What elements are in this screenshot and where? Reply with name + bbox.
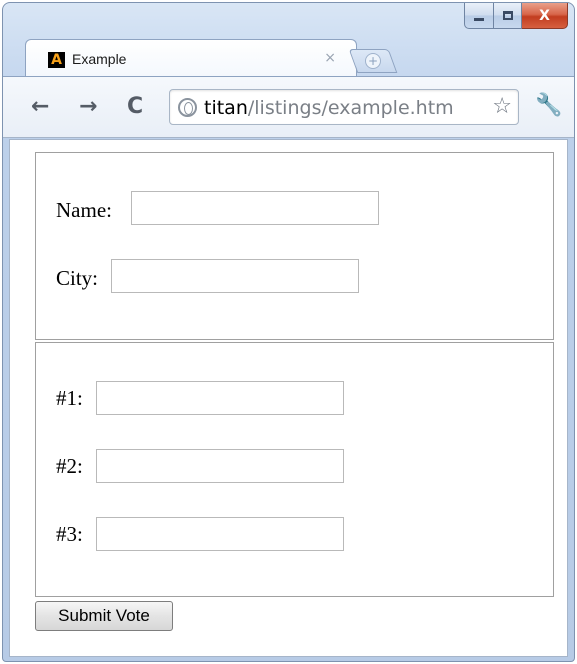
toolbar: ← → C titan/listings/example.htm ☆ 🔧 — [3, 76, 574, 138]
tab-close-icon[interactable]: × — [324, 50, 336, 66]
address-bar[interactable]: titan/listings/example.htm ☆ — [169, 89, 519, 125]
back-arrow-icon[interactable]: ← — [31, 95, 49, 119]
new-tab-icon: + — [365, 53, 381, 69]
url-path: /listings/example.htm — [247, 97, 454, 119]
vote-2-label: #2: — [56, 454, 83, 478]
city-label: City: — [56, 266, 99, 290]
url-host: titan — [204, 97, 248, 119]
personal-info-fieldset: Name: City: — [35, 152, 554, 340]
a-logo-icon: A — [48, 52, 65, 68]
submit-vote-button[interactable]: Submit Vote — [35, 601, 173, 631]
page-content: Name: City: #1: #2: #3: Submit Vote — [9, 139, 568, 657]
forward-arrow-icon[interactable]: → — [79, 95, 97, 119]
city-input[interactable] — [111, 259, 359, 293]
globe-icon — [178, 98, 197, 117]
wrench-icon[interactable]: 🔧 — [535, 93, 562, 118]
name-input[interactable] — [131, 191, 379, 225]
tab-title: Example — [72, 51, 127, 67]
minimize-button[interactable] — [464, 3, 494, 29]
name-label: Name: — [56, 198, 112, 222]
browser-window: X A Example × + ← → C titan/listings/exa… — [2, 2, 575, 662]
vote-2-input[interactable] — [96, 449, 344, 483]
vote-1-label: #1: — [56, 386, 83, 410]
maximize-icon — [502, 11, 513, 20]
new-tab-button[interactable]: + — [348, 49, 398, 73]
reload-icon[interactable]: C — [127, 95, 143, 119]
vote-3-label: #3: — [56, 522, 83, 546]
vote-1-input[interactable] — [96, 381, 344, 415]
close-window-button[interactable]: X — [522, 3, 568, 29]
window-controls: X — [464, 3, 568, 29]
maximize-button[interactable] — [494, 3, 522, 29]
minimize-icon — [474, 18, 484, 21]
star-icon[interactable]: ☆ — [492, 95, 512, 119]
close-icon: X — [539, 7, 550, 24]
vote-3-input[interactable] — [96, 517, 344, 551]
votes-fieldset: #1: #2: #3: — [35, 342, 554, 597]
url-text[interactable]: titan/listings/example.htm — [204, 96, 484, 120]
tab-example[interactable]: A Example × — [25, 39, 357, 77]
